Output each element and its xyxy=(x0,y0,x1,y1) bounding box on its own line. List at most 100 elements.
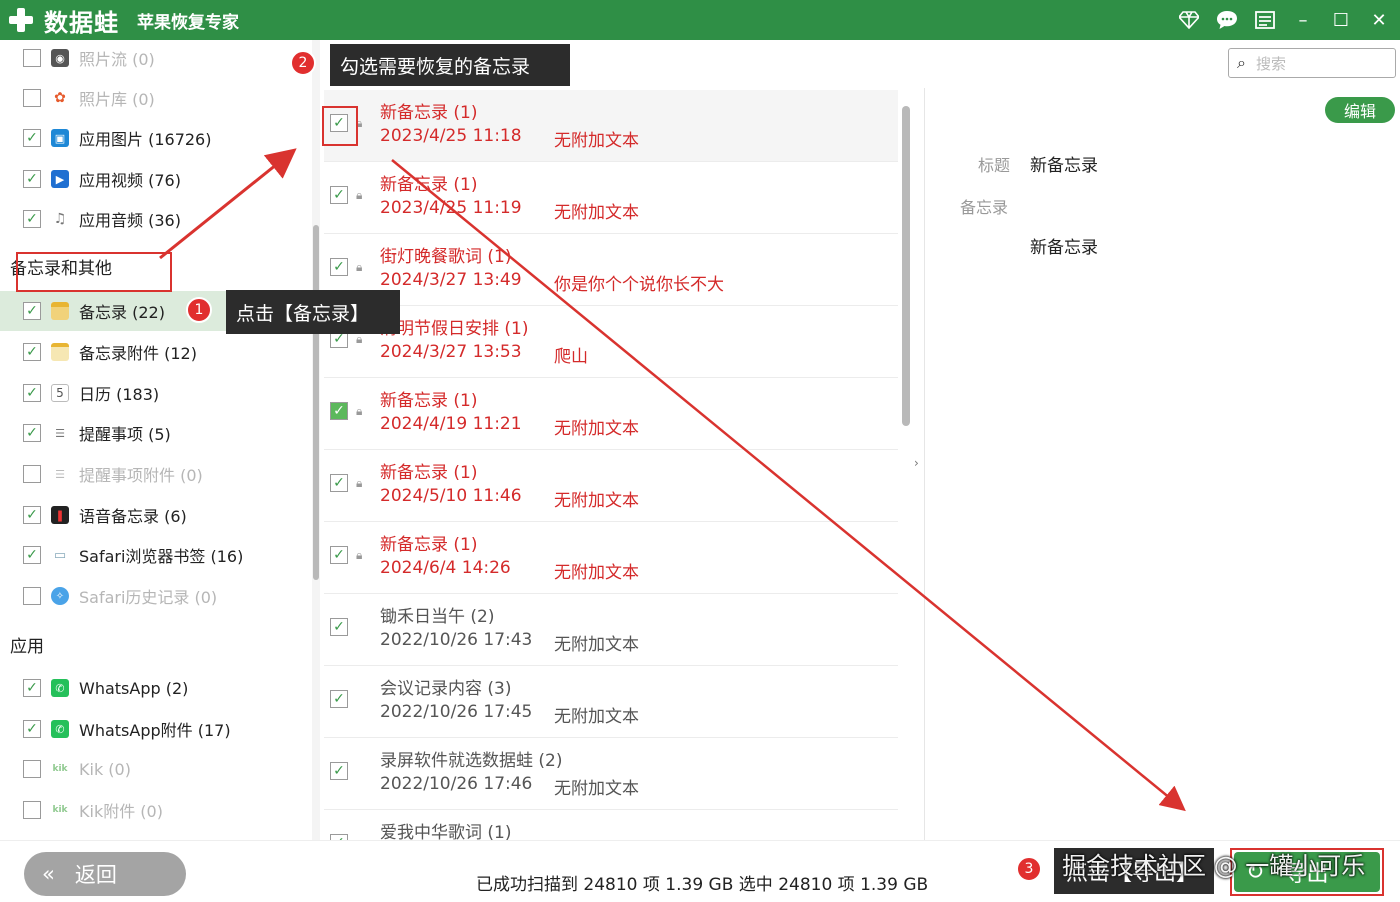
sidebar-item-calendar[interactable]: 5 日历 (183) xyxy=(0,373,308,413)
checkbox[interactable] xyxy=(330,690,348,708)
note-date: 2024/5/10 11:46 xyxy=(380,486,522,506)
list-item[interactable]: 锄禾日当午 (2) 2022/10/26 17:43 无附加文本 xyxy=(324,594,898,666)
notes-attachment-icon xyxy=(51,343,69,361)
list-scrollbar[interactable] xyxy=(900,96,912,836)
checkbox[interactable] xyxy=(23,587,41,605)
note-title: 新备忘录 (1) xyxy=(380,103,478,123)
search-input[interactable]: ⌕ 搜索 xyxy=(1228,48,1396,78)
note-title: 新备忘录 (1) xyxy=(380,535,478,555)
note-date: 2024/3/27 13:53 xyxy=(380,342,522,362)
sidebar-item-voice-memos[interactable]: ❚ 语音备忘录 (6) xyxy=(0,495,308,535)
checkbox[interactable] xyxy=(330,258,348,276)
sidebar-item-whatsapp[interactable]: ✆ WhatsApp (2) xyxy=(0,668,308,708)
checkbox[interactable] xyxy=(23,801,41,819)
list-item[interactable]: 爱我中华歌词 (1) xyxy=(324,810,898,840)
watermark: 掘金技术社区 @ 一罐小可乐 xyxy=(1062,852,1366,880)
menu-icon[interactable] xyxy=(1254,9,1276,31)
checkbox[interactable] xyxy=(23,384,41,402)
list-item[interactable]: 🔒︎ 新备忘录 (1) 2024/5/10 11:46 无附加文本 xyxy=(324,450,898,522)
checkbox[interactable] xyxy=(23,465,41,483)
diamond-icon[interactable] xyxy=(1178,9,1200,31)
checkbox[interactable] xyxy=(23,302,41,320)
sidebar-item-label: Safari浏览器书签 (16) xyxy=(79,547,244,566)
sidebar-item-label: 照片库 (0) xyxy=(79,90,155,109)
title-bar: 数据蛙 苹果恢复专家 – ☐ ✕ xyxy=(0,0,1400,40)
checkbox[interactable] xyxy=(330,402,348,420)
sidebar-item-label: Kik (0) xyxy=(79,759,131,779)
kik-icon: kik xyxy=(52,764,68,774)
checkbox[interactable] xyxy=(330,474,348,492)
list-item[interactable]: 🔒︎ 新备忘录 (1) 2023/4/25 11:18 无附加文本 xyxy=(324,90,898,162)
list-scrollbar-thumb[interactable] xyxy=(902,106,910,426)
sidebar-item-label: 照片流 (0) xyxy=(79,50,155,69)
checkbox[interactable] xyxy=(23,760,41,778)
sidebar-item-notes-attachments[interactable]: 备忘录附件 (12) xyxy=(0,332,308,372)
list-item[interactable]: 🔒︎ 新备忘录 (1) 2024/6/4 14:26 无附加文本 xyxy=(324,522,898,594)
sidebar-item-kik-attachments[interactable]: kik Kik附件 (0) xyxy=(0,790,308,830)
checkbox[interactable] xyxy=(23,89,41,107)
back-button-label: 返回 xyxy=(74,863,117,887)
list-item[interactable]: 🔒︎ 新备忘录 (1) 2024/4/19 11:21 无附加文本 xyxy=(324,378,898,450)
list-item[interactable]: 🔒︎ 新备忘录 (1) 2023/4/25 11:19 无附加文本 xyxy=(324,162,898,234)
sidebar-item-safari-bookmarks[interactable]: ▭ Safari浏览器书签 (16) xyxy=(0,535,308,575)
checkbox[interactable] xyxy=(23,170,41,188)
sidebar-item-reminders[interactable]: ☰ 提醒事项 (5) xyxy=(0,413,308,453)
sidebar-item-safari-history[interactable]: ✧ Safari历史记录 (0) xyxy=(0,576,308,616)
checkbox[interactable] xyxy=(23,546,41,564)
checkbox[interactable] xyxy=(330,618,348,636)
sidebar-item-label: 日历 (183) xyxy=(79,385,160,404)
sidebar-item-whatsapp-attachments[interactable]: ✆ WhatsApp附件 (17) xyxy=(0,709,308,749)
category-sidebar: ◉ 照片流 (0) ✿ 照片库 (0) ▣ 应用图片 (16726) ▶ 应用视… xyxy=(0,40,310,840)
sidebar-item-app-videos[interactable]: ▶ 应用视频 (76) xyxy=(0,159,308,199)
whatsapp-attachment-icon: ✆ xyxy=(51,720,69,738)
sidebar-item-photo-library[interactable]: ✿ 照片库 (0) xyxy=(0,78,308,118)
note-date: 2023/4/25 11:18 xyxy=(380,126,522,146)
chat-icon[interactable] xyxy=(1216,9,1238,31)
sidebar-item-label: WhatsApp (2) xyxy=(79,678,189,698)
note-date: 2024/3/27 13:49 xyxy=(380,270,522,290)
list-item[interactable]: 录屏软件就选数据蛙 (2) 2022/10/26 17:46 无附加文本 xyxy=(324,738,898,810)
sidebar-item-reminder-attachments[interactable]: ☰ 提醒事项附件 (0) xyxy=(0,454,308,494)
sidebar-item-app-audio[interactable]: ♫ 应用音频 (36) xyxy=(0,199,308,239)
image-icon: ▣ xyxy=(51,129,69,147)
checkbox[interactable] xyxy=(23,343,41,361)
checkbox[interactable] xyxy=(23,679,41,697)
note-title: 录屏软件就选数据蛙 (2) xyxy=(380,751,563,771)
checkbox[interactable] xyxy=(23,129,41,147)
sidebar-item-app-photos[interactable]: ▣ 应用图片 (16726) xyxy=(0,118,308,158)
note-title: 锄禾日当午 (2) xyxy=(380,607,495,627)
list-item[interactable]: 会议记录内容 (3) 2022/10/26 17:45 无附加文本 xyxy=(324,666,898,738)
logo-cross-icon xyxy=(6,5,36,35)
sidebar-item-kik[interactable]: kik Kik (0) xyxy=(0,749,308,789)
note-date: 2023/4/25 11:19 xyxy=(380,198,522,218)
close-button[interactable]: ✕ xyxy=(1368,9,1390,31)
maximize-button[interactable]: ☐ xyxy=(1330,9,1352,31)
note-title: 街灯晚餐歌词 (1) xyxy=(380,247,512,267)
sidebar-item-label: Safari历史记录 (0) xyxy=(79,588,218,607)
panel-toggle-arrow-icon[interactable]: › xyxy=(914,456,919,470)
checkbox[interactable] xyxy=(23,506,41,524)
note-title: 清明节假日安排 (1) xyxy=(380,319,529,339)
sidebar-scrollbar-thumb[interactable] xyxy=(313,225,319,580)
checkbox[interactable] xyxy=(23,210,41,228)
checkbox[interactable] xyxy=(23,49,41,67)
note-date: 2022/10/26 17:46 xyxy=(380,774,533,794)
checkbox[interactable] xyxy=(23,720,41,738)
checkbox[interactable] xyxy=(330,762,348,780)
checkbox[interactable] xyxy=(330,186,348,204)
sidebar-scrollbar[interactable] xyxy=(312,40,320,840)
step-1-tip: 点击【备忘录】 xyxy=(226,290,400,334)
step-2-badge: 2 xyxy=(290,50,316,76)
select-notes-hint: 勾选需要恢复的备忘录 xyxy=(330,44,570,86)
list-item[interactable]: 🔒︎ 清明节假日安排 (1) 2024/3/27 13:53 爬山 xyxy=(324,306,898,378)
note-preview: 爬山 xyxy=(554,347,588,367)
annotation-highlight-first-checkbox xyxy=(322,106,358,146)
checkbox[interactable] xyxy=(330,546,348,564)
minimize-button[interactable]: – xyxy=(1292,9,1314,31)
checkbox[interactable] xyxy=(23,424,41,442)
edit-button[interactable]: 编辑 xyxy=(1325,97,1395,123)
back-button[interactable]: « 返回 xyxy=(24,852,186,896)
sidebar-item-photo-stream[interactable]: ◉ 照片流 (0) xyxy=(0,40,308,78)
list-item[interactable]: 🔒︎ 街灯晚餐歌词 (1) 2024/3/27 13:49 你是你个个说你长不大 xyxy=(324,234,898,306)
reminder-list-icon: ☰ xyxy=(55,426,65,440)
